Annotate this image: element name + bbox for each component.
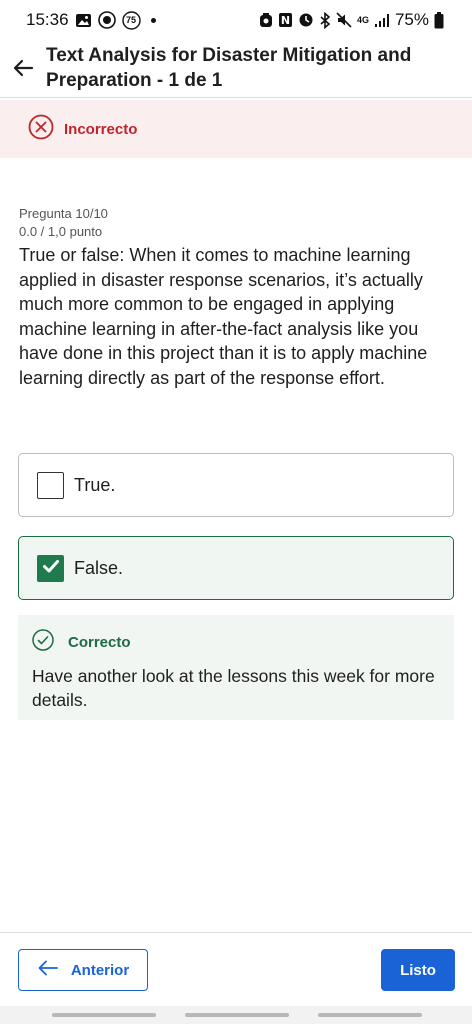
answer-option-true[interactable]: True. [18, 453, 454, 517]
nav-home-handle[interactable] [185, 1013, 289, 1017]
option-label: True. [74, 474, 116, 495]
question-text: True or false: When it comes to machine … [19, 245, 428, 388]
question-number: Pregunta 10/10 [19, 206, 108, 221]
nav-back-handle[interactable] [318, 1013, 422, 1017]
notification-badge-icon: 75 [121, 10, 141, 30]
status-right: N 4G 75% [259, 10, 444, 30]
checkbox-unchecked[interactable] [37, 471, 64, 499]
nfc-icon: N [278, 12, 293, 28]
network-type-label: 4G [356, 15, 369, 25]
done-button[interactable]: Listo [381, 949, 455, 991]
status-bar: 15:36 75 N 4G 75% [0, 0, 472, 40]
page-title: Text Analysis for Disaster Mitigation an… [46, 45, 412, 91]
status-left: 15:36 75 [26, 10, 156, 30]
status-time: 15:36 [26, 10, 69, 29]
checkmark-icon [41, 556, 61, 581]
svg-text:N: N [281, 14, 290, 27]
arrow-left-icon [37, 959, 59, 981]
app-header: Text Analysis for Disaster Mitigation an… [0, 40, 472, 98]
option-label: False. [74, 557, 124, 578]
done-button-label: Listo [400, 961, 436, 979]
result-label: Incorrecto [64, 120, 138, 138]
answer-option-false[interactable]: False. [18, 536, 454, 600]
previous-button[interactable]: Anterior [18, 949, 148, 991]
result-banner: Incorrecto [0, 100, 472, 158]
notification-badge-count: 75 [126, 14, 137, 25]
mute-icon [336, 12, 352, 28]
close-circle-icon [28, 114, 54, 145]
alarm-icon [259, 12, 273, 28]
question-block: Pregunta 10/10 0.0 / 1,0 punto True or f… [19, 206, 449, 390]
previous-button-label: Anterior [70, 961, 130, 979]
battery-icon [434, 11, 444, 29]
gallery-icon [75, 12, 92, 29]
feedback-header: Correcto [32, 629, 440, 656]
bluetooth-icon [319, 11, 331, 29]
feedback-label: Correcto [68, 634, 131, 651]
nav-recents-handle[interactable] [52, 1013, 156, 1017]
question-points: 0.0 / 1,0 punto [19, 224, 103, 239]
feedback-box: Correcto Have another look at the lesson… [18, 615, 454, 720]
back-button[interactable] [0, 40, 46, 98]
signal-icon [374, 13, 390, 28]
data-saver-icon [97, 11, 116, 29]
checkbox-checked[interactable] [37, 554, 64, 582]
feedback-text: Have another look at the lessons this we… [32, 666, 435, 710]
clock-icon [298, 12, 314, 28]
footer-bar: Anterior Listo [0, 932, 472, 1006]
check-circle-icon [32, 629, 54, 656]
battery-percent: 75% [394, 10, 429, 29]
arrow-left-icon [11, 56, 35, 85]
more-notifications-dot-icon [150, 17, 156, 23]
system-nav-bar [0, 1006, 472, 1024]
